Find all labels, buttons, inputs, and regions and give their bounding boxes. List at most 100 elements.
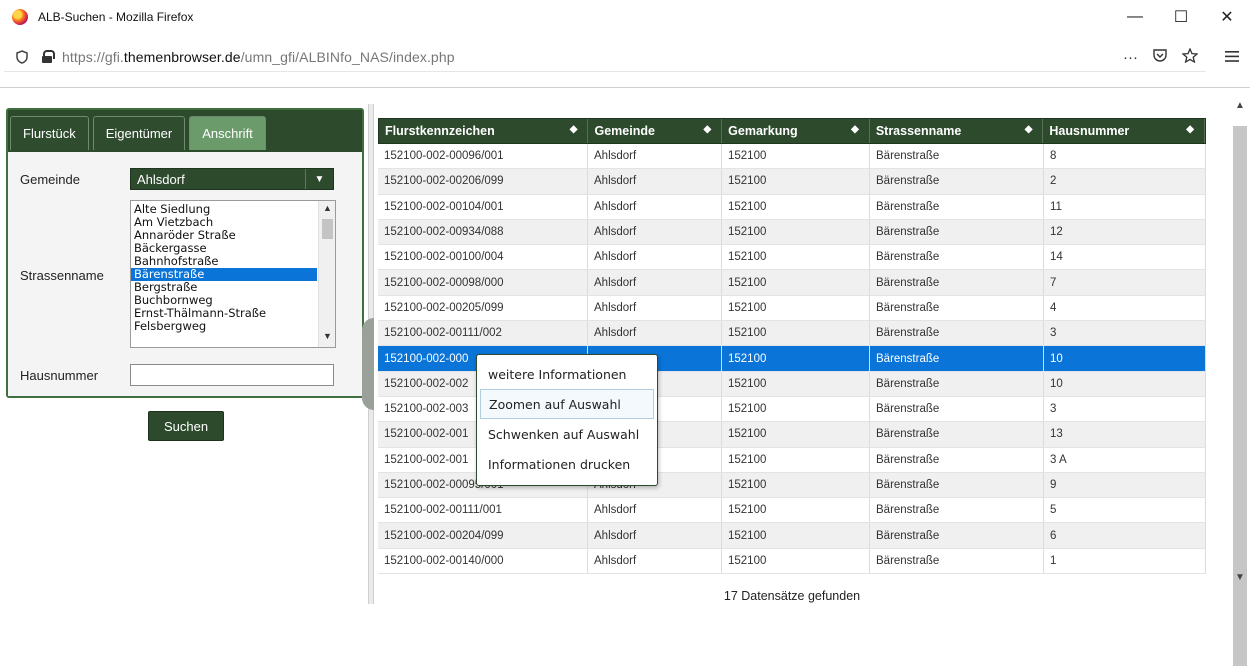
sort-icon[interactable]: ◆ [703,124,711,135]
cell-gemarkung: 152100 [722,548,870,574]
tab-eigentuemer[interactable]: Eigentümer [92,116,186,150]
column-header-hausnummer[interactable]: Hausnummer ◆ [1043,119,1205,143]
window-titlebar: ALB-Suchen - Mozilla Firefox — ☐ ✕ [0,0,1250,34]
cell-gemarkung: 152100 [722,144,870,169]
table-row[interactable]: 152100-002-00111/002 Ahlsdorf 152100 Bärens… [378,321,1206,347]
tracking-shield-icon[interactable] [16,50,28,64]
page-actions-icon[interactable]: ··· [1123,49,1138,66]
cell-strassenname: Bärenstraße [870,371,1044,396]
table-row[interactable]: 152100-002-00104/001 Ahlsdorf 152100 Bärens… [378,194,1206,220]
splitter-collapse-handle[interactable] [362,318,374,410]
bookmark-star-icon[interactable] [1181,46,1199,67]
cell-gemarkung: 152100 [722,447,870,472]
url-text[interactable]: https://gfi.themenbrowser.de/umn_gfi/ALB… [62,49,455,65]
menu-item-schwenken-auf-auswahl[interactable]: Schwenken auf Auswahl [480,419,654,449]
scroll-down-icon[interactable]: ▼ [319,331,335,345]
url-actions: ··· [1123,42,1199,72]
maximize-button[interactable]: ☐ [1158,0,1204,34]
cell-flurstkennzeichen: 152100-002-00205/099 [378,295,588,321]
scroll-up-icon[interactable]: ▲ [319,203,335,217]
cell-gemeinde: Ahlsdorf [588,548,722,574]
cell-gemarkung: 152100 [722,194,870,219]
minimize-button[interactable]: — [1112,0,1158,34]
column-header-gemeinde[interactable]: Gemeinde ◆ [588,119,723,143]
menu-hamburger-icon[interactable] [1224,48,1240,68]
cell-hausnummer: 7 [1044,270,1206,295]
cell-strassenname: Bärenstraße [870,422,1044,447]
street-option[interactable]: Felsbergweg [131,320,317,333]
table-row[interactable]: 152100-002-00111/001 Ahlsdorf 152100 Bärens… [378,498,1206,524]
cell-hausnummer: 9 [1044,472,1206,498]
cell-strassenname: Bärenstraße [870,346,1044,371]
results-count: 17 Datensätze gefunden [723,589,861,603]
cell-gemeinde: Ahlsdorf [588,498,722,523]
cell-strassenname: Bärenstraße [870,447,1044,472]
tab-flurstueck[interactable]: Flurstück [10,116,89,150]
window-title: ALB-Suchen - Mozilla Firefox [38,10,194,24]
cell-gemarkung: 152100 [722,396,870,422]
scroll-down-icon[interactable]: ▼ [1230,572,1250,586]
cell-gemeinde: Ahlsdorf [588,194,722,219]
cell-strassenname: Bärenstraße [870,523,1044,548]
search-tabs: Flurstück Eigentümer Anschrift [8,110,362,152]
column-header-gemarkung[interactable]: Gemarkung ◆ [722,119,870,143]
menu-item-zoomen-auf-auswahl[interactable]: Zoomen auf Auswahl [480,389,654,419]
sort-icon[interactable]: ◆ [1025,124,1033,135]
cell-strassenname: Bärenstraße [870,270,1044,295]
cell-gemeinde: Ahlsdorf [588,321,722,346]
scroll-up-icon[interactable]: ▲ [1230,100,1250,114]
cell-hausnummer: 3 [1044,321,1206,346]
chevron-down-icon[interactable]: ▼ [305,169,333,189]
cell-strassenname: Bärenstraße [870,194,1044,219]
cell-gemeinde: Ahlsdorf [588,169,722,194]
cell-hausnummer: 10 [1044,346,1206,371]
cell-flurstkennzeichen: 152100-002-00111/001 [378,498,588,523]
cell-hausnummer: 2 [1044,169,1206,194]
firefox-logo-icon [12,9,28,25]
cell-strassenname: Bärenstraße [870,144,1044,169]
pocket-icon[interactable] [1152,48,1168,67]
cell-gemarkung: 152100 [722,498,870,523]
table-row[interactable]: 152100-002-00140/000 Ahlsdorf 152100 Bärens… [378,548,1206,575]
table-row[interactable]: 152100-002-00098/000 Ahlsdorf 152100 Bärens… [378,270,1206,296]
lock-icon[interactable] [42,50,55,63]
table-row[interactable]: 152100-002-00934/088 Ahlsdorf 152100 Bärens… [378,219,1206,246]
table-row[interactable]: 152100-002-00096/001 Ahlsdorf 152100 Bärens… [378,144,1206,170]
search-button[interactable]: Suchen [148,411,224,441]
cell-hausnummer: 11 [1044,194,1206,219]
page-scrollbar[interactable]: ▲ [1230,96,1250,666]
cell-gemarkung: 152100 [722,422,870,447]
hausnummer-input[interactable] [130,364,334,386]
menu-item-informationen-drucken[interactable]: Informationen drucken [480,449,654,479]
url-bar[interactable]: https://gfi.themenbrowser.de/umn_gfi/ALB… [4,42,1206,72]
cell-gemarkung: 152100 [722,523,870,548]
cell-flurstkennzeichen: 152100-002-00096/001 [378,144,588,169]
strassenname-listbox[interactable]: Alte Siedlung Am Vietzbach Annaröder Straß… [130,200,336,348]
menu-item-weitere-informationen[interactable]: weitere Informationen [480,359,654,389]
sort-icon[interactable]: ◆ [1186,124,1194,135]
close-button[interactable]: ✕ [1204,0,1250,34]
table-row[interactable]: 152100-002-00100/004 Ahlsdorf 152100 Bärens… [378,245,1206,271]
cell-strassenname: Bärenstraße [870,295,1044,321]
sort-icon[interactable]: ◆ [570,124,578,135]
browser-toolbar: https://gfi.themenbrowser.de/umn_gfi/ALB… [0,34,1250,88]
table-row[interactable]: 152100-002-00206/099 Ahlsdorf 152100 Bärens… [378,169,1206,195]
cell-gemarkung: 152100 [722,270,870,295]
gemeinde-select[interactable]: Ahlsdorf ▼ [130,168,334,190]
cell-strassenname: Bärenstraße [870,245,1044,270]
cell-hausnummer: 1 [1044,548,1206,574]
context-menu: weitere Informationen Zoomen auf Auswahl S… [476,354,658,486]
column-header-strassenname[interactable]: Strassenname ◆ [870,119,1044,143]
table-row[interactable]: 152100-002-00205/099 Ahlsdorf 152100 Bärens… [378,295,1206,322]
table-row[interactable]: 152100-002-00204/099 Ahlsdorf 152100 Bärens… [378,523,1206,549]
tab-anschrift[interactable]: Anschrift [189,116,266,150]
cell-hausnummer: 14 [1044,245,1206,270]
cell-flurstkennzeichen: 152100-002-00934/088 [378,219,588,245]
cell-gemarkung: 152100 [722,321,870,346]
listbox-scroll-thumb[interactable] [322,219,333,239]
listbox-scrollbar[interactable]: ▲ ▼ [318,201,335,347]
cell-hausnummer: 12 [1044,219,1206,245]
column-header-flurstkennzeichen[interactable]: Flurstkennzeichen ◆ [379,119,589,143]
sort-icon[interactable]: ◆ [851,124,859,135]
cell-strassenname: Bärenstraße [870,472,1044,498]
